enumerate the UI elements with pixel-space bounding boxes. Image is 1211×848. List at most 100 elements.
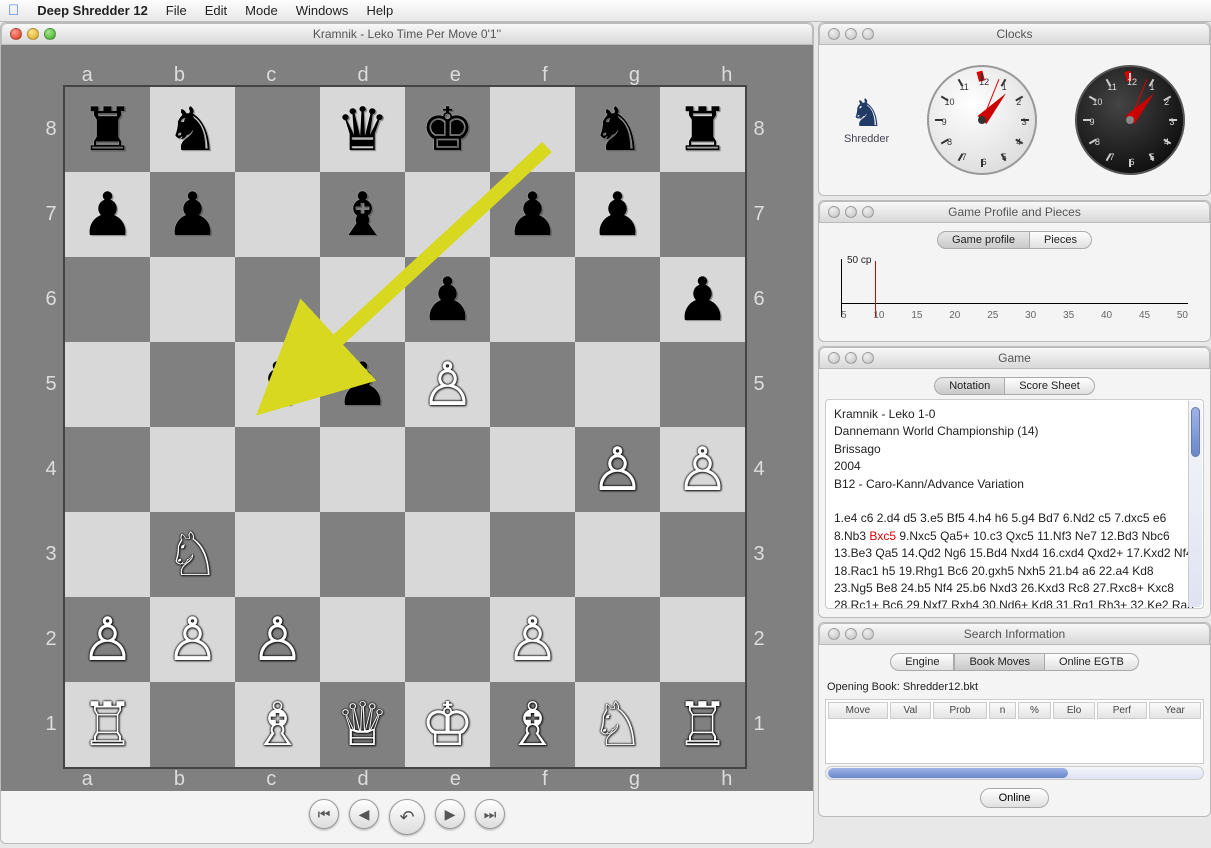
square-b7[interactable]: ♟	[150, 172, 235, 257]
tab-engine[interactable]: Engine	[890, 653, 954, 671]
piece-bp[interactable]: ♟	[676, 270, 730, 330]
zoom-icon[interactable]	[862, 206, 874, 218]
tab-scoresheet[interactable]: Score Sheet	[1005, 377, 1095, 395]
piece-bn[interactable]: ♞	[591, 100, 645, 160]
piece-wp[interactable]: ♙	[591, 440, 645, 500]
square-g3[interactable]	[575, 512, 660, 597]
piece-bp[interactable]: ♟	[421, 270, 475, 330]
square-d4[interactable]	[320, 427, 405, 512]
piece-br[interactable]: ♜	[81, 100, 135, 160]
close-icon[interactable]	[828, 28, 840, 40]
menu-help[interactable]: Help	[366, 3, 393, 18]
col-prob[interactable]: Prob	[933, 702, 987, 719]
square-h3[interactable]	[660, 512, 745, 597]
col-perf[interactable]: Perf	[1097, 702, 1146, 719]
square-h5[interactable]	[660, 342, 745, 427]
zoom-icon[interactable]	[44, 28, 56, 40]
square-d3[interactable]	[320, 512, 405, 597]
close-icon[interactable]	[828, 206, 840, 218]
square-d8[interactable]: ♛	[320, 87, 405, 172]
square-c2[interactable]: ♙	[235, 597, 320, 682]
piece-bp[interactable]: ♟	[591, 185, 645, 245]
game-titlebar[interactable]: Game	[819, 347, 1210, 369]
piece-wb[interactable]: ♗	[251, 695, 305, 755]
piece-bp[interactable]: ♟	[506, 185, 560, 245]
square-e8[interactable]: ♚	[405, 87, 490, 172]
piece-wk[interactable]: ♔	[421, 695, 475, 755]
square-f4[interactable]	[490, 427, 575, 512]
nav-undo-button[interactable]: ↶	[389, 799, 425, 835]
col-elo[interactable]: Elo	[1053, 702, 1095, 719]
square-h4[interactable]: ♙	[660, 427, 745, 512]
square-a3[interactable]	[65, 512, 150, 597]
col-%[interactable]: %	[1018, 702, 1051, 719]
square-e1[interactable]: ♔	[405, 682, 490, 767]
square-a5[interactable]	[65, 342, 150, 427]
square-d6[interactable]	[320, 257, 405, 342]
square-c7[interactable]	[235, 172, 320, 257]
square-b1[interactable]	[150, 682, 235, 767]
minimize-icon[interactable]	[845, 28, 857, 40]
square-g7[interactable]: ♟	[575, 172, 660, 257]
menu-mode[interactable]: Mode	[245, 3, 278, 18]
minimize-icon[interactable]	[845, 628, 857, 640]
square-g2[interactable]	[575, 597, 660, 682]
square-h1[interactable]: ♖	[660, 682, 745, 767]
minimize-icon[interactable]	[845, 352, 857, 364]
square-e5[interactable]: ♙	[405, 342, 490, 427]
nav-last-button[interactable]: ⏭	[475, 799, 505, 829]
tab-notation[interactable]: Notation	[934, 377, 1005, 395]
square-b3[interactable]: ♘	[150, 512, 235, 597]
close-icon[interactable]	[10, 28, 22, 40]
piece-wb[interactable]: ♗	[506, 695, 560, 755]
piece-bn[interactable]: ♞	[166, 100, 220, 160]
col-n[interactable]: n	[989, 702, 1016, 719]
piece-bp[interactable]: ♟	[166, 185, 220, 245]
square-a2[interactable]: ♙	[65, 597, 150, 682]
menu-windows[interactable]: Windows	[296, 3, 349, 18]
square-g4[interactable]: ♙	[575, 427, 660, 512]
scroll-knob[interactable]	[828, 768, 1068, 778]
piece-bb[interactable]: ♝	[336, 185, 390, 245]
square-g6[interactable]	[575, 257, 660, 342]
piece-wr[interactable]: ♖	[676, 695, 730, 755]
square-h6[interactable]: ♟	[660, 257, 745, 342]
square-h8[interactable]: ♜	[660, 87, 745, 172]
square-a4[interactable]	[65, 427, 150, 512]
close-icon[interactable]	[828, 628, 840, 640]
square-c3[interactable]	[235, 512, 320, 597]
h-scrollbar[interactable]	[825, 766, 1204, 780]
square-b2[interactable]: ♙	[150, 597, 235, 682]
piece-bk[interactable]: ♚	[421, 100, 475, 160]
scrollbar[interactable]	[1188, 401, 1202, 607]
square-e3[interactable]	[405, 512, 490, 597]
col-val[interactable]: Val	[890, 702, 931, 719]
col-move[interactable]: Move	[828, 702, 888, 719]
minimize-icon[interactable]	[27, 28, 39, 40]
square-a1[interactable]: ♖	[65, 682, 150, 767]
square-c5[interactable]: ♝	[235, 342, 320, 427]
square-g5[interactable]	[575, 342, 660, 427]
square-a6[interactable]	[65, 257, 150, 342]
square-g8[interactable]: ♞	[575, 87, 660, 172]
square-f3[interactable]	[490, 512, 575, 597]
square-h7[interactable]	[660, 172, 745, 257]
menu-edit[interactable]: Edit	[205, 3, 227, 18]
square-d5[interactable]: ♟	[320, 342, 405, 427]
square-c6[interactable]	[235, 257, 320, 342]
square-c8[interactable]	[235, 87, 320, 172]
square-c4[interactable]	[235, 427, 320, 512]
profile-titlebar[interactable]: Game Profile and Pieces	[819, 201, 1210, 223]
piece-bp[interactable]: ♟	[81, 185, 135, 245]
square-c1[interactable]: ♗	[235, 682, 320, 767]
piece-wp[interactable]: ♙	[676, 440, 730, 500]
square-f6[interactable]	[490, 257, 575, 342]
tab-online-egtb[interactable]: Online EGTB	[1045, 653, 1139, 671]
zoom-icon[interactable]	[862, 628, 874, 640]
square-b6[interactable]	[150, 257, 235, 342]
eval-graph[interactable]: 50 cp 5101520253035404550	[831, 253, 1198, 333]
piece-wq[interactable]: ♕	[336, 695, 390, 755]
square-f8[interactable]	[490, 87, 575, 172]
close-icon[interactable]	[828, 352, 840, 364]
square-d7[interactable]: ♝	[320, 172, 405, 257]
